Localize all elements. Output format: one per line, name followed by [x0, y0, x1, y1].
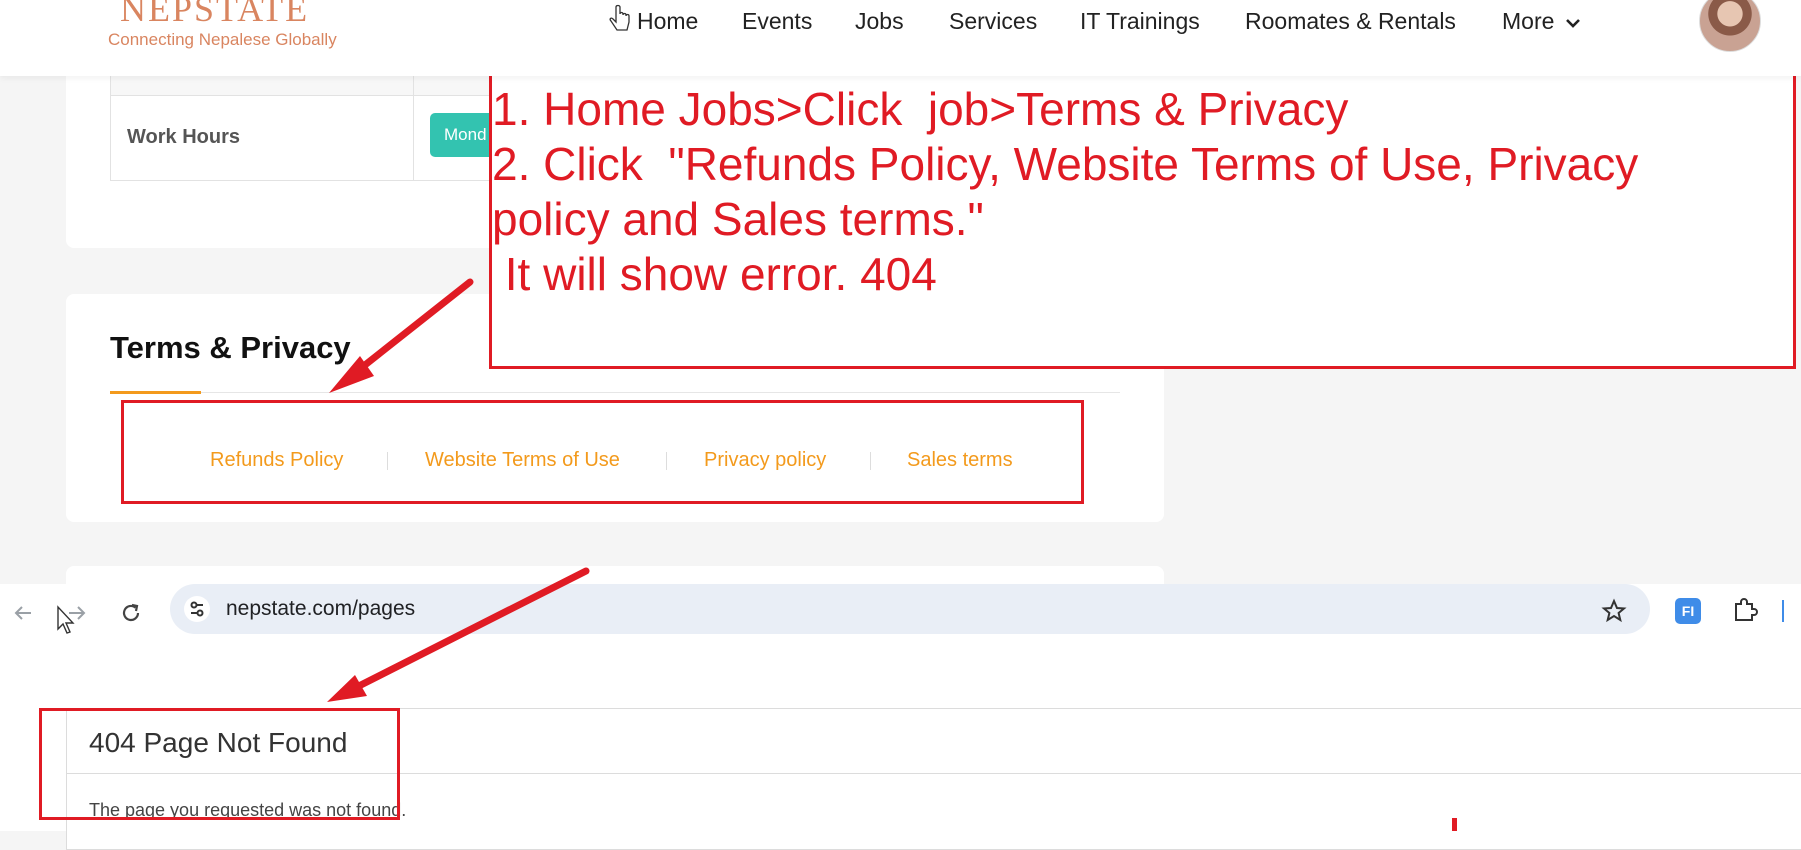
bookmark-star-icon[interactable]	[1601, 598, 1627, 624]
extensions-puzzle-icon[interactable]	[1731, 596, 1759, 624]
nav-more[interactable]: More	[1502, 8, 1581, 35]
terms-divider	[110, 392, 1120, 393]
logo-tagline: Connecting Nepalese Globally	[108, 30, 337, 49]
nav-it-trainings[interactable]: IT Trainings	[1080, 8, 1200, 35]
annotation-line: policy and Sales terms."	[492, 193, 984, 245]
back-arrow-icon[interactable]	[8, 598, 38, 628]
chevron-down-icon	[1565, 19, 1580, 28]
extension-badge-icon[interactable]: FI	[1675, 598, 1701, 624]
hand-pointer-icon	[609, 4, 630, 31]
nav-jobs[interactable]: Jobs	[855, 8, 904, 35]
work-hours-label: Work Hours	[127, 126, 240, 148]
mouse-pointer-icon	[57, 605, 75, 634]
url-text[interactable]: nepstate.com/pages	[226, 597, 415, 621]
nav-more-label: More	[1502, 8, 1555, 34]
annotation-text: 1. Home Jobs>Click job>Terms & Privacy 2…	[492, 82, 1792, 302]
nav-events[interactable]: Events	[742, 8, 812, 35]
error-highlight-box	[39, 708, 400, 820]
nav-home[interactable]: Home	[637, 8, 698, 35]
annotation-mark	[1452, 818, 1457, 831]
logo-name[interactable]: NEPSTATE	[120, 0, 309, 30]
nav-roomates-rentals[interactable]: Roomates & Rentals	[1245, 8, 1456, 35]
site-header: NEPSTATE Connecting Nepalese Globally Ho…	[0, 0, 1801, 76]
site-settings-icon[interactable]	[184, 596, 210, 622]
terms-title: Terms & Privacy	[110, 330, 351, 365]
toolbar-edge	[1782, 600, 1784, 622]
user-avatar[interactable]	[1699, 0, 1761, 52]
terms-title-underline	[110, 391, 201, 394]
links-highlight-box	[121, 400, 1084, 504]
annotation-line: 1. Home Jobs>Click job>Terms & Privacy	[492, 83, 1349, 135]
nav-services[interactable]: Services	[949, 8, 1037, 35]
annotation-line: 2. Click "Refunds Policy, Website Terms …	[492, 138, 1639, 190]
reload-icon[interactable]	[116, 598, 146, 628]
annotation-line: It will show error. 404	[492, 248, 937, 300]
table-divider	[413, 60, 414, 180]
